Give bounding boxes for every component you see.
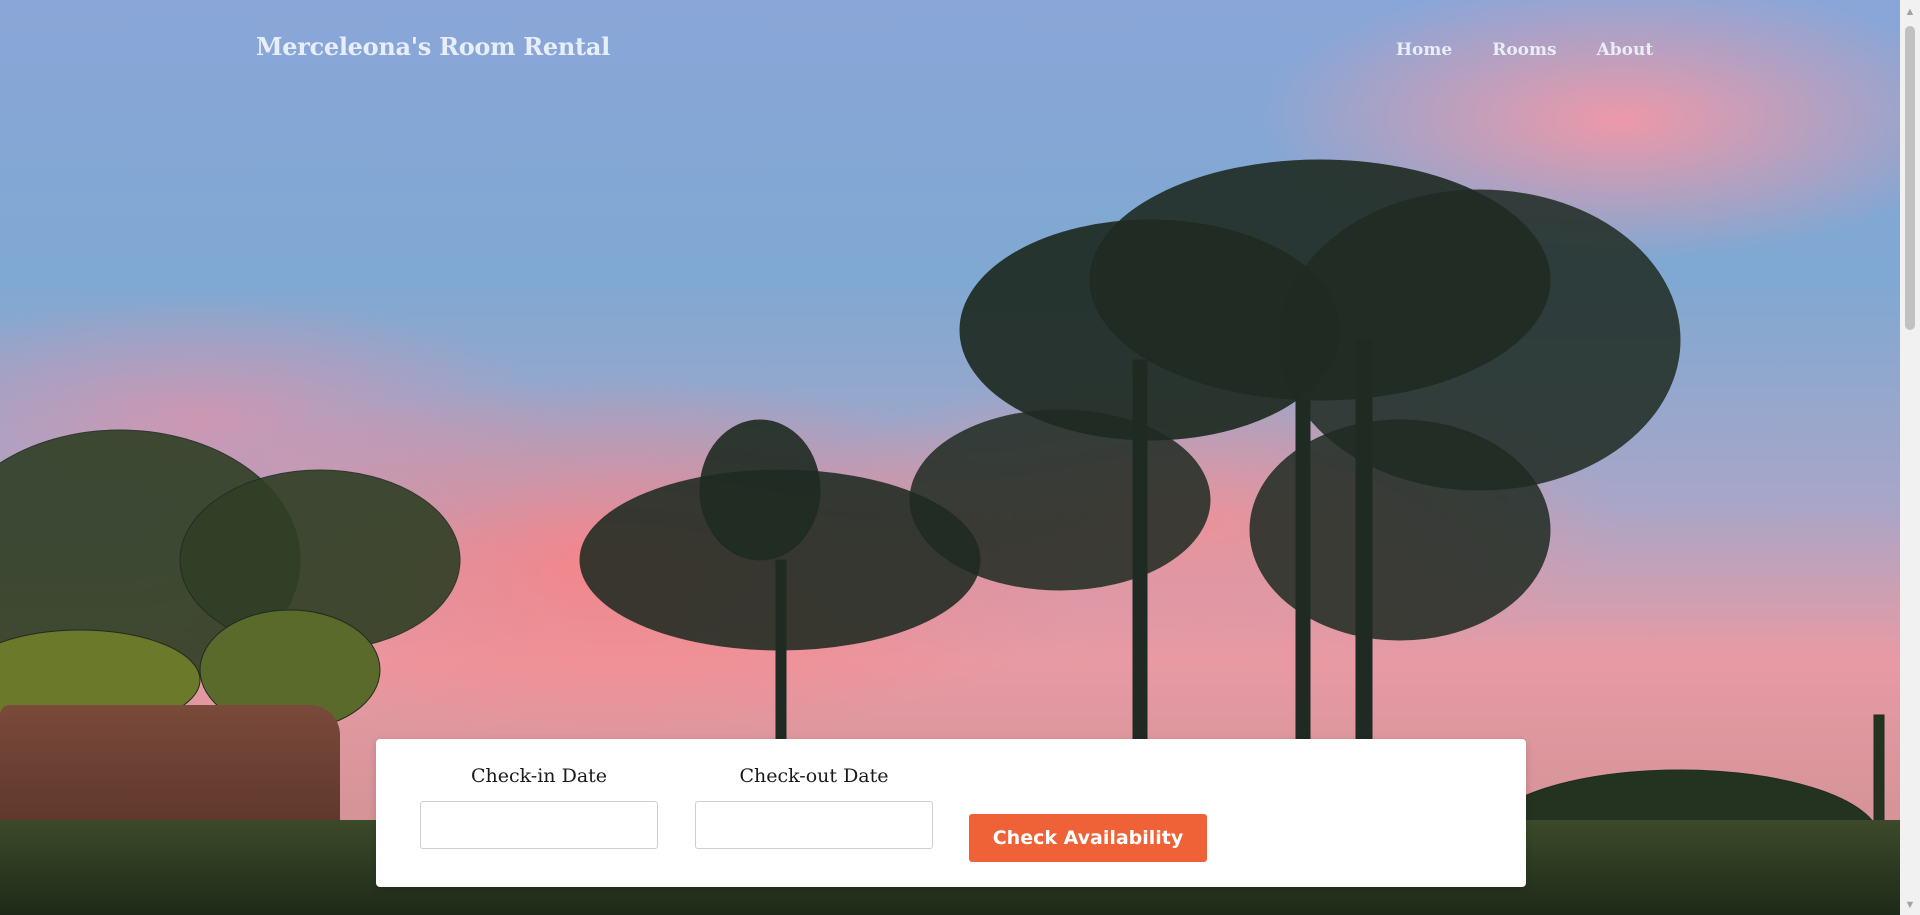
check-availability-button[interactable]: Check Availability [969, 814, 1207, 862]
nav-home-link[interactable]: Home [1396, 40, 1452, 60]
booking-card: Check-in Date Check-out Date Check Avail… [376, 739, 1526, 887]
scrollbar-thumb[interactable] [1905, 26, 1915, 330]
chevron-down-icon[interactable]: ▼ [1900, 897, 1920, 913]
checkout-field: Check-out Date [695, 765, 933, 849]
checkout-date-input[interactable] [695, 801, 933, 849]
checkout-label: Check-out Date [739, 765, 889, 787]
nav-about-link[interactable]: About [1597, 40, 1654, 60]
main-nav: Home Rooms About [1396, 40, 1653, 60]
nav-rooms-link[interactable]: Rooms [1492, 40, 1556, 60]
checkin-field: Check-in Date [420, 765, 658, 849]
site-brand-title[interactable]: Merceleona's Room Rental [256, 32, 610, 61]
checkin-date-input[interactable] [420, 801, 658, 849]
page-scrollbar[interactable]: ▲ ▼ [1900, 0, 1920, 915]
chevron-up-icon[interactable]: ▲ [1900, 4, 1920, 20]
checkin-label: Check-in Date [470, 765, 608, 787]
